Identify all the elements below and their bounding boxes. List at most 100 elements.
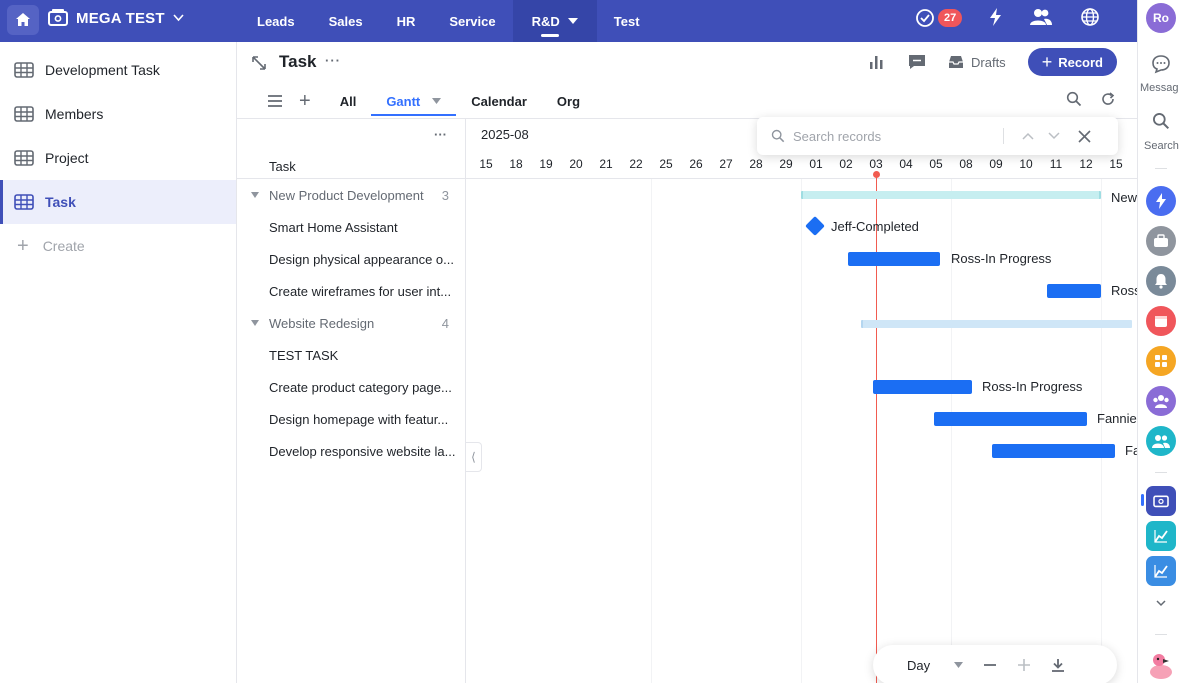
search-label: Search [1144, 140, 1179, 152]
notifications-app-button[interactable] [1146, 266, 1176, 296]
briefcase-app-button[interactable] [1146, 226, 1176, 256]
timeline-day-label: 27 [719, 157, 733, 171]
table-icon [14, 62, 34, 78]
tab-gantt[interactable]: Gantt [371, 86, 457, 116]
todo-button[interactable]: 27 [915, 8, 963, 28]
sidebar-item-development-task[interactable]: Development Task [0, 48, 236, 92]
notification-badge: 27 [938, 9, 963, 27]
zoom-in-icon[interactable] [1017, 658, 1031, 672]
group-count: 3 [441, 187, 449, 203]
chart-icon [1154, 565, 1168, 578]
collapse-panel-button[interactable]: ⟨ [466, 442, 482, 472]
group-row[interactable]: New Product Development 3 [237, 179, 465, 211]
task-bar[interactable] [848, 252, 940, 266]
tab-org[interactable]: Org [542, 86, 595, 116]
gantt-timeline: 2025-08 15 18 19 20 21 22 25 26 27 28 29 01 02 03 04 05… [466, 118, 1137, 683]
task-row[interactable]: Develop responsive website la... [237, 435, 465, 467]
task-bar[interactable] [1047, 284, 1101, 298]
tab-calendar[interactable]: Calendar [456, 86, 542, 116]
plus-icon: + [1041, 51, 1053, 72]
nav-rnd[interactable]: R&D [512, 0, 597, 42]
timeline-day-label: 21 [599, 157, 613, 171]
contacts-button[interactable] [1030, 8, 1053, 29]
timeline-day-label: 12 [1079, 157, 1093, 171]
nav-test[interactable]: Test [597, 0, 657, 42]
add-view-icon[interactable]: + [299, 90, 311, 113]
automation-app-button[interactable] [1146, 186, 1176, 216]
title-more-button[interactable]: ··· [325, 53, 341, 68]
chevron-down-icon[interactable] [1156, 600, 1166, 607]
chevron-down-icon[interactable] [1048, 132, 1060, 140]
lightning-icon [1156, 193, 1166, 209]
user-avatar[interactable]: Ro [1146, 3, 1176, 33]
sidebar-item-task[interactable]: Task [0, 180, 236, 224]
team-icon [1153, 395, 1169, 408]
view-list-icon[interactable] [267, 94, 283, 108]
team-app-button[interactable] [1146, 386, 1176, 416]
nav-hr[interactable]: HR [380, 0, 433, 42]
analytics-app-button[interactable] [1146, 521, 1176, 551]
expand-icon[interactable] [251, 55, 267, 71]
task-bar[interactable] [934, 412, 1087, 426]
milestone-marker[interactable] [805, 216, 825, 236]
task-row[interactable]: Design homepage with featur... [237, 403, 465, 435]
apps-button[interactable] [1146, 346, 1176, 376]
nav-service[interactable]: Service [432, 0, 512, 42]
task-bar[interactable] [992, 444, 1115, 458]
search-icon[interactable] [1152, 112, 1170, 130]
group-row[interactable]: Website Redesign 4 [237, 307, 465, 339]
chart-icon[interactable] [868, 54, 884, 70]
create-table-button[interactable]: + Create [0, 224, 236, 268]
refresh-icon[interactable] [1100, 91, 1116, 107]
group-summary-bar[interactable] [861, 320, 1132, 328]
tab-all[interactable]: All [325, 86, 372, 116]
globe-icon [1081, 7, 1100, 26]
task-row[interactable]: Create wireframes for user int... [237, 275, 465, 307]
chevron-up-icon[interactable] [1022, 132, 1034, 140]
automation-button[interactable] [986, 7, 1006, 30]
sidebar-item-members[interactable]: Members [0, 92, 236, 136]
table-icon [14, 106, 34, 122]
column-more-button[interactable]: ··· [434, 127, 447, 142]
nav-sales[interactable]: Sales [312, 0, 380, 42]
comment-icon[interactable] [908, 54, 926, 70]
close-icon[interactable] [1078, 129, 1091, 143]
search-records-input[interactable] [793, 128, 993, 144]
zoom-out-icon[interactable] [983, 658, 997, 672]
app-switcher[interactable]: MEGA TEST [48, 0, 184, 36]
flamingo-mascot-icon[interactable] [1147, 650, 1175, 680]
today-line [876, 174, 877, 683]
sidebar-item-project[interactable]: Project [0, 136, 236, 180]
briefcase-icon [1154, 234, 1168, 247]
timeline-day-label: 28 [749, 157, 763, 171]
divider [1003, 128, 1004, 144]
timeline-day-label: 04 [899, 157, 913, 171]
timeline-day-label: 10 [1019, 157, 1033, 171]
task-bar[interactable] [873, 380, 972, 394]
task-row[interactable]: Smart Home Assistant [237, 211, 465, 243]
reports-app-button[interactable] [1146, 556, 1176, 586]
home-button[interactable] [7, 5, 39, 35]
search-records-popover [757, 117, 1118, 155]
timeline-day-label: 15 [1109, 157, 1123, 171]
language-button[interactable] [1080, 7, 1100, 30]
add-record-button[interactable]: + Record [1027, 48, 1117, 76]
timeline-month: 2025-08 [481, 127, 529, 142]
today-marker [873, 171, 880, 178]
task-row[interactable]: Design physical appearance o... [237, 243, 465, 275]
group-summary-bar[interactable] [801, 191, 1101, 199]
week-gridline [1101, 179, 1102, 683]
nav-leads[interactable]: Leads [240, 0, 312, 42]
chevron-down-icon [173, 14, 184, 22]
group-count: 4 [441, 315, 449, 331]
task-row[interactable]: Create product category page... [237, 371, 465, 403]
drafts-button[interactable]: Drafts [948, 55, 1006, 70]
download-icon[interactable] [1051, 658, 1065, 672]
contacts-app-button[interactable] [1146, 426, 1176, 456]
timescale-select[interactable]: Day [907, 658, 964, 673]
search-icon[interactable] [1066, 91, 1082, 107]
calendar-app-button[interactable] [1146, 306, 1176, 336]
message-icon[interactable] [1151, 54, 1171, 74]
task-row[interactable]: TEST TASK [237, 339, 465, 371]
mega-test-app-button[interactable] [1146, 486, 1176, 516]
